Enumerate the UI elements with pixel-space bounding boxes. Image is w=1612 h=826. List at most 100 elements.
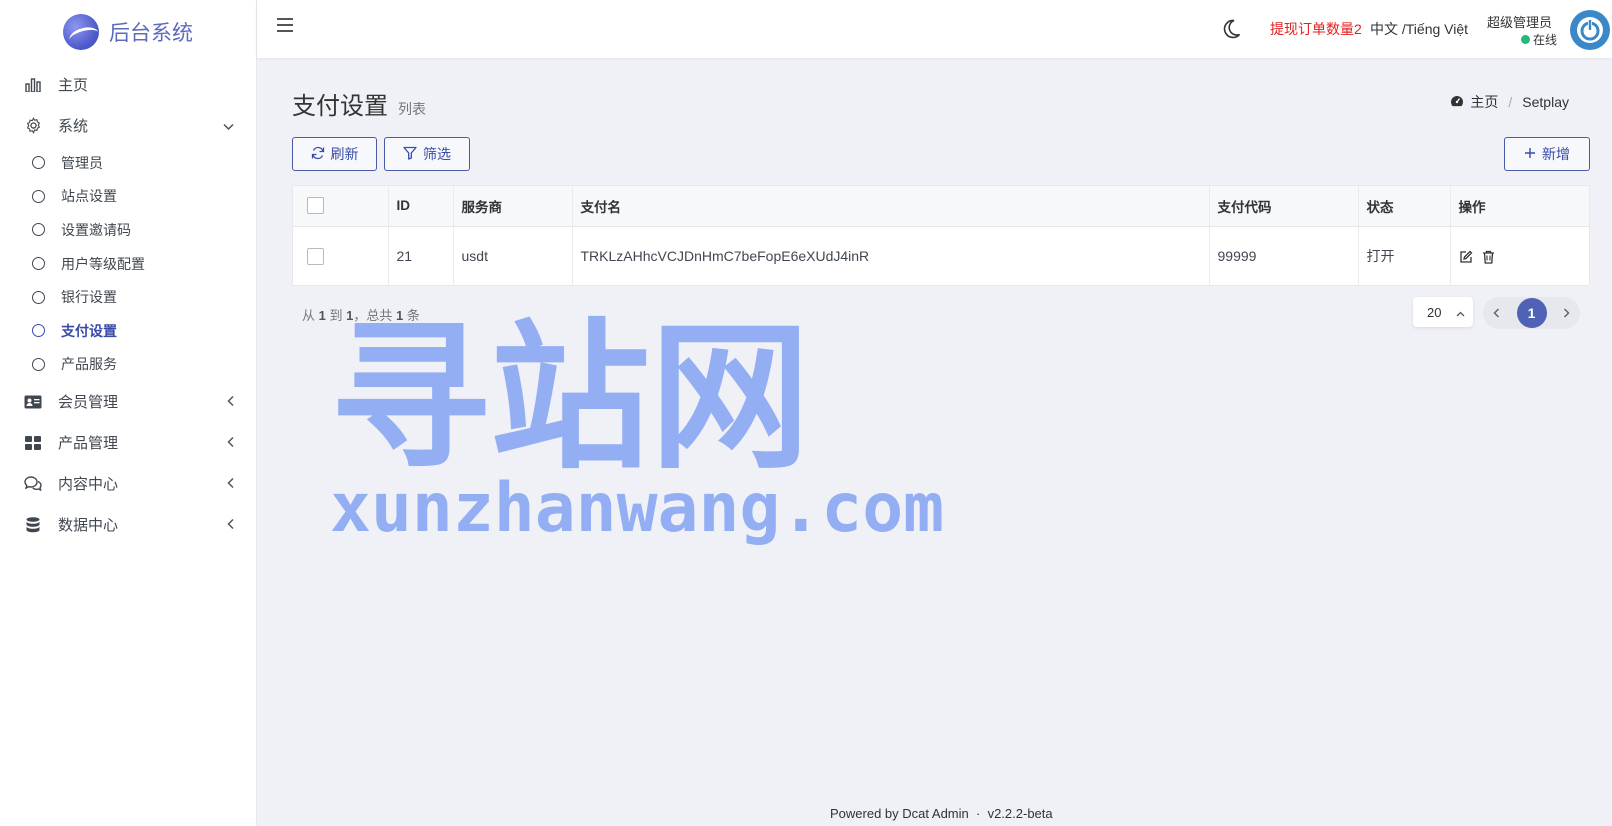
watermark: 寻站网 xunzhanwang.com [330,318,944,544]
edit-icon[interactable] [1459,250,1473,264]
column-header-status[interactable]: 状态 [1358,186,1451,227]
select-all-checkbox[interactable] [307,197,324,215]
sidebar-item-product-services[interactable]: 产品服务 [0,348,256,382]
summary-unit: 条 [406,308,420,323]
footer-version: v2.2.2-beta [987,806,1053,821]
circle-icon [32,257,45,271]
sidebar-item-bank-settings[interactable]: 银行设置 [0,280,256,314]
language-switcher[interactable]: 中文 /Tiếng Việt [1370,19,1468,39]
sidebar-item-data[interactable]: 数据中心 [0,504,256,545]
database-icon [24,516,42,534]
withdraw-orders-link[interactable]: 提现订单数量2 [1270,19,1362,39]
column-header-code[interactable]: 支付代码 [1209,186,1359,227]
current-page-button[interactable]: 1 [1516,298,1547,328]
column-header-name[interactable]: 支付名 [572,186,1210,227]
page-description: 列表 [398,101,426,117]
new-button-label: 新增 [1542,146,1570,162]
online-dot-icon [1521,35,1530,44]
system-submenu: 管理员 站点设置 设置邀请码 用户等级配置 银行设置 支付设置 产品服务 [0,146,256,381]
pagination: 1 [1483,297,1580,329]
trash-icon[interactable] [1482,250,1496,265]
circle-icon [32,324,45,338]
sidebar-item-label: 管理员 [61,154,103,171]
pagination-summary: 从 1 到 1，总共 1 条 [302,305,420,324]
sidebar-item-user-levels[interactable]: 用户等级配置 [0,247,256,281]
sidebar-item-invite-codes[interactable]: 设置邀请码 [0,213,256,247]
circle-icon [32,156,45,170]
row-checkbox[interactable] [307,248,324,266]
sidebar-item-system[interactable]: 系统 [0,105,256,146]
watermark-en: xunzhanwang.com [330,469,945,548]
page-title: 支付设置 [292,93,388,120]
column-header-actions: 操作 [1450,186,1589,227]
sidebar-item-admins[interactable]: 管理员 [0,146,256,180]
chevron-up-icon [1456,305,1465,320]
summary-from: 1 [318,308,326,323]
summary-total: 1 [396,308,404,323]
chevron-left-icon [227,394,234,409]
sidebar-item-label: 主页 [58,77,89,94]
sidebar-item-site-settings[interactable]: 站点设置 [0,180,256,214]
next-page-button[interactable] [1563,305,1570,321]
table-header-row: ID 服务商 支付名 支付代码 状态 操作 [293,186,1589,227]
cell-actions [1450,226,1589,286]
sidebar-item-label: 支付设置 [61,322,117,339]
select-all-cell [293,186,389,227]
cell-provider: usdt [453,226,573,286]
page-header: 支付设置 列表 [292,86,426,121]
circle-icon [32,357,45,371]
breadcrumb-separator: / [1508,94,1513,110]
sidebar-item-products[interactable]: 产品管理 [0,422,256,463]
sidebar-item-home[interactable]: 主页 [0,64,256,105]
sidebar-item-label: 数据中心 [58,517,119,535]
breadcrumb: 主页 / Setplay [1450,92,1569,112]
prev-page-button[interactable] [1493,305,1500,321]
chevron-down-icon [223,118,234,133]
avatar[interactable] [1570,10,1610,50]
user-status: 在线 [1521,31,1557,48]
breadcrumb-home[interactable]: 主页 [1470,92,1498,112]
menu-toggle-icon[interactable] [277,18,293,32]
per-page-select[interactable]: 20 [1413,297,1473,327]
circle-icon [32,223,45,237]
sidebar-item-label: 用户等级配置 [61,255,145,272]
filter-button[interactable]: 筛选 [384,137,470,171]
chevron-left-icon [227,435,234,450]
refresh-button-label: 刷新 [330,146,359,162]
sidebar: 后台系统 主页 系统 管理员 站点设置 设置邀请码 用户等级配置 银行设置 支付… [0,0,257,826]
chevron-left-icon [227,476,234,491]
sidebar-item-content[interactable]: 内容中心 [0,463,256,504]
sidebar-item-members[interactable]: 会员管理 [0,381,256,422]
column-header-provider[interactable]: 服务商 [453,186,573,227]
sidebar-item-label: 会员管理 [58,394,119,412]
sidebar-item-label: 站点设置 [61,188,117,205]
summary-total-word: ，总共 [353,308,393,323]
user-status-text: 在线 [1533,33,1558,47]
footer-product-link[interactable]: Dcat Admin [902,806,968,821]
circle-icon [32,290,45,304]
data-table: ID 服务商 支付名 支付代码 状态 操作 21 usdt TRKLzAHhcV… [292,185,1590,286]
gear-icon [24,117,42,135]
refresh-button[interactable]: 刷新 [292,137,377,171]
user-name[interactable]: 超级管理员 [1487,12,1552,31]
id-card-icon [24,393,42,411]
filter-button-label: 筛选 [423,146,451,162]
sidebar-item-label: 设置邀请码 [61,221,131,238]
brand[interactable]: 后台系统 [0,0,256,64]
cell-status: 打开 [1358,226,1451,286]
power-icon [1577,17,1603,43]
footer: Powered by Dcat Admin · v2.2.2-beta [830,806,1053,821]
bar-chart-icon [24,76,42,94]
sidebar-item-label: 产品服务 [61,356,117,373]
new-button[interactable]: 新增 [1504,137,1590,171]
summary-to-word: 到 [329,308,343,323]
footer-separator: · [976,806,981,821]
brand-name: 后台系统 [109,21,193,45]
moon-icon[interactable] [1220,18,1242,40]
refresh-icon [311,146,325,163]
plus-icon [1524,146,1536,162]
column-header-id[interactable]: ID [388,186,454,227]
chat-icon [24,475,42,493]
summary-prefix: 从 [302,308,316,323]
sidebar-item-payment-settings[interactable]: 支付设置 [0,314,256,348]
